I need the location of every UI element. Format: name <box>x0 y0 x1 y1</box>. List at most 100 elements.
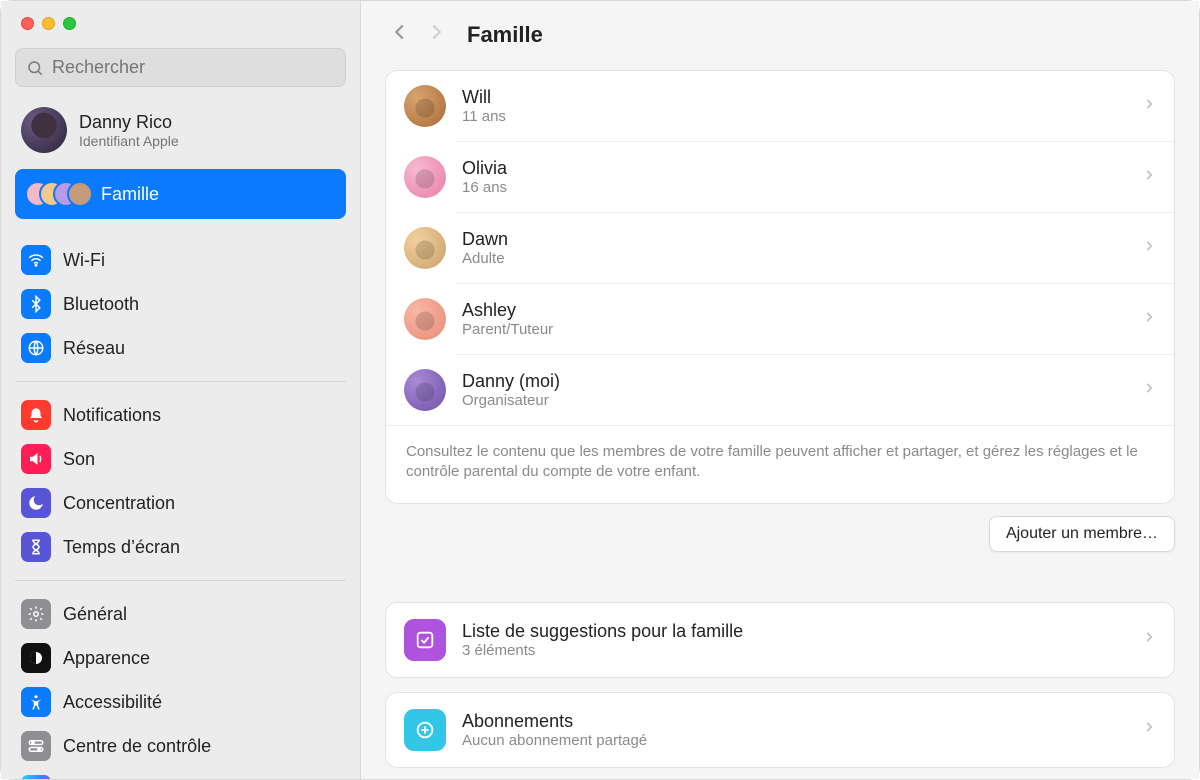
account-sub: Identifiant Apple <box>79 133 179 149</box>
member-avatar <box>404 156 446 198</box>
member-sub: Adulte <box>462 250 508 267</box>
header: Famille <box>361 1 1199 62</box>
sidebar-item-accessibility[interactable]: Accessibilité <box>15 681 346 723</box>
member-name: Ashley <box>462 300 553 321</box>
siri-icon <box>21 775 51 779</box>
member-avatar <box>404 369 446 411</box>
hourglass-icon <box>21 532 51 562</box>
member-name: Olivia <box>462 158 507 179</box>
member-sub: 16 ans <box>462 179 507 196</box>
forward-button <box>425 21 447 48</box>
search-icon <box>26 59 44 77</box>
member-sub: 11 ans <box>462 108 506 125</box>
sidebar-item-label: Famille <box>101 184 159 205</box>
sidebar-item-notifications[interactable]: Notifications <box>15 394 346 436</box>
sidebar-section: Général Apparence Accessibilité Centre d… <box>15 580 346 779</box>
bluetooth-icon <box>21 289 51 319</box>
sidebar-item-screen-time[interactable]: Temps d’écran <box>15 526 346 568</box>
account-name: Danny Rico <box>79 112 179 133</box>
sidebar-section: Wi-Fi Bluetooth Réseau <box>15 233 346 375</box>
chevron-right-icon <box>1142 97 1156 116</box>
subscriptions-icon <box>404 709 446 751</box>
member-name: Will <box>462 87 506 108</box>
sidebar-item-sound[interactable]: Son <box>15 438 346 480</box>
member-avatar <box>404 85 446 127</box>
search-field[interactable] <box>15 48 346 87</box>
members-note: Consultez le contenu que les membres de … <box>386 425 1174 503</box>
close-window-button[interactable] <box>21 17 34 30</box>
checklist-icon <box>404 619 446 661</box>
link-title: Liste de suggestions pour la famille <box>462 621 743 642</box>
sidebar-item-label: Notifications <box>63 405 161 426</box>
sidebar-item-bluetooth[interactable]: Bluetooth <box>15 283 346 325</box>
chevron-right-icon <box>1142 310 1156 329</box>
member-name: Danny (moi) <box>462 371 560 392</box>
member-avatar <box>404 227 446 269</box>
chevron-right-icon <box>1142 720 1156 739</box>
family-avatar-stack <box>25 179 89 209</box>
back-button[interactable] <box>389 21 411 48</box>
bell-icon <box>21 400 51 430</box>
sidebar-item-label: Apparence <box>63 648 150 669</box>
sidebar-item-control-center[interactable]: Centre de contrôle <box>15 725 346 767</box>
search-input[interactable] <box>52 57 335 78</box>
sidebar-item-general[interactable]: Général <box>15 593 346 635</box>
sidebar-item-label: Réseau <box>63 338 125 359</box>
network-icon <box>21 333 51 363</box>
sidebar-section: Notifications Son Concentration Temps d’… <box>15 381 346 574</box>
link-title: Abonnements <box>462 711 647 732</box>
member-row[interactable]: Ashley Parent/Tuteur <box>386 284 1174 354</box>
sidebar-item-label: Concentration <box>63 493 175 514</box>
sidebar-item-wifi[interactable]: Wi-Fi <box>15 239 346 281</box>
sidebar-item-label: Général <box>63 604 127 625</box>
sidebar-item-apple-id[interactable]: Danny Rico Identifiant Apple <box>15 101 346 159</box>
wifi-icon <box>21 245 51 275</box>
member-sub: Parent/Tuteur <box>462 321 553 338</box>
link-row-suggestions[interactable]: Liste de suggestions pour la famille 3 é… <box>386 603 1174 677</box>
sidebar-item-label: Centre de contrôle <box>63 736 211 757</box>
link-sub: 3 éléments <box>462 642 743 659</box>
sidebar-item-label: Bluetooth <box>63 294 139 315</box>
zoom-window-button[interactable] <box>63 17 76 30</box>
sidebar-item-network[interactable]: Réseau <box>15 327 346 369</box>
chevron-right-icon <box>1142 381 1156 400</box>
member-avatar <box>404 298 446 340</box>
family-suggestions-card: Liste de suggestions pour la famille 3 é… <box>385 602 1175 678</box>
main-content: Famille Will 11 ans Olivia 16 ans <box>361 1 1199 779</box>
appearance-icon <box>21 643 51 673</box>
sidebar-item-label: Temps d’écran <box>63 537 180 558</box>
chevron-right-icon <box>425 21 447 43</box>
family-subscriptions-card: Abonnements Aucun abonnement partagé <box>385 692 1175 768</box>
window-controls <box>15 1 346 48</box>
member-sub: Organisateur <box>462 392 560 409</box>
gear-icon <box>21 599 51 629</box>
toggles-icon <box>21 731 51 761</box>
chevron-left-icon <box>389 21 411 43</box>
user-avatar <box>21 107 67 153</box>
link-row-subscriptions[interactable]: Abonnements Aucun abonnement partagé <box>386 693 1174 767</box>
member-name: Dawn <box>462 229 508 250</box>
sidebar: Danny Rico Identifiant Apple Famille Wi-… <box>1 1 361 779</box>
member-row[interactable]: Dawn Adulte <box>386 213 1174 283</box>
chevron-right-icon <box>1142 239 1156 258</box>
sidebar-item-focus[interactable]: Concentration <box>15 482 346 524</box>
member-row[interactable]: Will 11 ans <box>386 71 1174 141</box>
minimize-window-button[interactable] <box>42 17 55 30</box>
chevron-right-icon <box>1142 168 1156 187</box>
member-row[interactable]: Danny (moi) Organisateur <box>386 355 1174 425</box>
family-members-card: Will 11 ans Olivia 16 ans Dawn Adult <box>385 70 1175 504</box>
link-sub: Aucun abonnement partagé <box>462 732 647 749</box>
moon-icon <box>21 488 51 518</box>
add-member-button[interactable]: Ajouter un membre… <box>989 516 1175 552</box>
sidebar-item-label: Wi-Fi <box>63 250 105 271</box>
page-title: Famille <box>467 22 543 48</box>
accessibility-icon <box>21 687 51 717</box>
member-row[interactable]: Olivia 16 ans <box>386 142 1174 212</box>
sidebar-item-label: Son <box>63 449 95 470</box>
sidebar-item-label: Accessibilité <box>63 692 162 713</box>
sidebar-item-appearance[interactable]: Apparence <box>15 637 346 679</box>
sidebar-item-family[interactable]: Famille <box>15 169 346 219</box>
speaker-icon <box>21 444 51 474</box>
sidebar-item-siri-spotlight[interactable]: Siri et Spotlight <box>15 769 346 779</box>
chevron-right-icon <box>1142 630 1156 649</box>
